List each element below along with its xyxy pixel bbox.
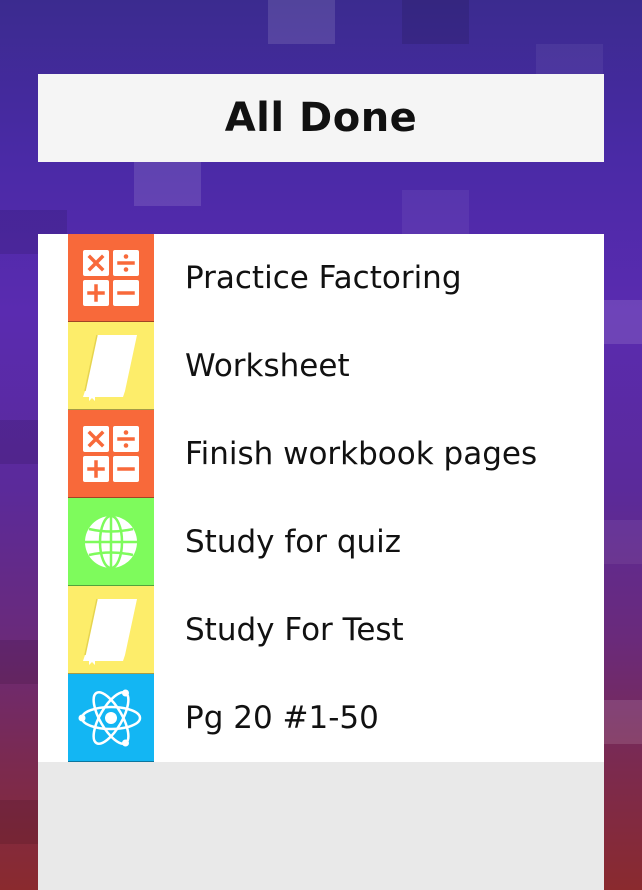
page-title: All Done xyxy=(224,95,418,141)
task-label: Study For Test xyxy=(185,612,404,648)
list-item[interactable]: Finish workbook pages xyxy=(38,410,604,498)
book-icon xyxy=(68,322,154,410)
task-label: Pg 20 #1-50 xyxy=(185,700,379,736)
header-bar: All Done xyxy=(38,74,604,162)
task-label: Worksheet xyxy=(185,348,350,384)
math-operators-icon xyxy=(68,410,154,498)
book-icon xyxy=(68,586,154,674)
task-panel: Practice Factoring Worksheet Finish work… xyxy=(38,234,604,890)
list-item[interactable]: Study For Test xyxy=(38,586,604,674)
task-list: Practice Factoring Worksheet Finish work… xyxy=(38,234,604,762)
list-item[interactable]: Pg 20 #1-50 xyxy=(38,674,604,762)
list-item[interactable]: Practice Factoring xyxy=(38,234,604,322)
list-item[interactable]: Study for quiz xyxy=(38,498,604,586)
task-label: Finish workbook pages xyxy=(185,436,538,472)
atom-icon xyxy=(68,674,154,762)
globe-icon xyxy=(68,498,154,586)
math-operators-icon xyxy=(68,234,154,322)
task-label: Practice Factoring xyxy=(185,260,462,296)
task-label: Study for quiz xyxy=(185,524,402,560)
list-item[interactable]: Worksheet xyxy=(38,322,604,410)
